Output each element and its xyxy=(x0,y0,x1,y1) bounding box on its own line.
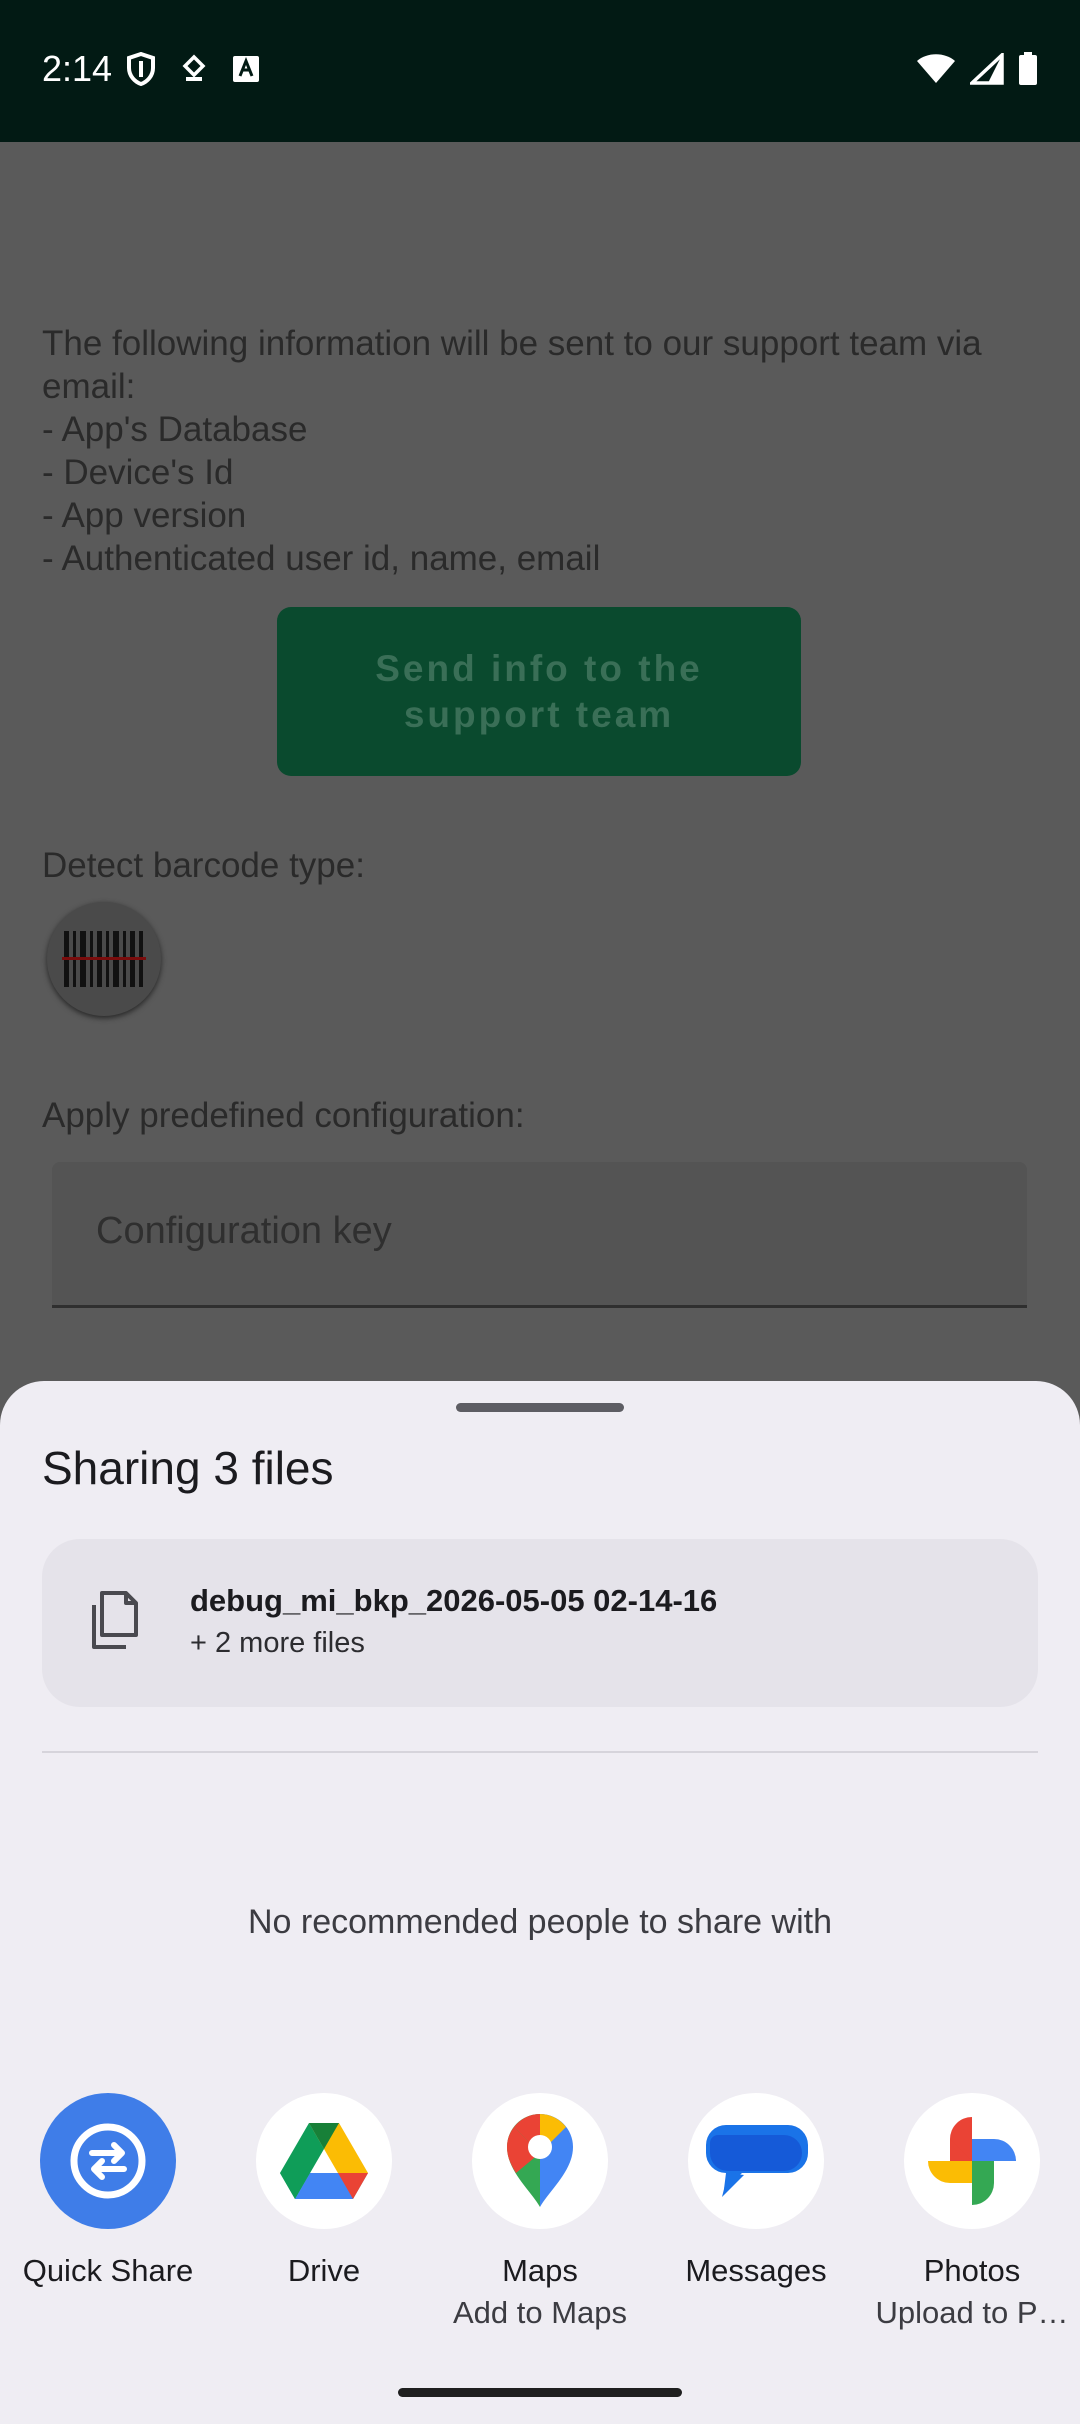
messages-icon xyxy=(706,2125,808,2197)
keyboard-a-icon xyxy=(233,56,259,82)
status-bar: 2:14 xyxy=(0,0,1080,142)
share-target-label: Drive xyxy=(287,2253,361,2288)
photos-icon xyxy=(928,2117,1016,2205)
app-background: The following information will be sent t… xyxy=(0,142,1080,1382)
share-target-photos[interactable]: Photos Upload to P… xyxy=(864,2093,1080,2333)
status-time: 2:14 xyxy=(42,48,113,89)
config-key-placeholder: Configuration key xyxy=(96,1210,392,1252)
battery-icon xyxy=(1019,52,1037,85)
shield-icon xyxy=(127,52,155,86)
share-target-sublabel: Upload to P… xyxy=(875,2295,1069,2330)
share-targets: Quick Share Drive Maps Add to Maps Messa… xyxy=(0,2093,1080,2333)
file-name: debug_mi_bkp_2026-05-05 02-14-16 xyxy=(190,1583,718,1618)
sheet-drag-handle[interactable] xyxy=(456,1403,624,1412)
maps-icon xyxy=(507,2114,573,2207)
cell-signal-icon xyxy=(970,53,1004,85)
copy-files-icon xyxy=(92,1591,138,1649)
share-target-label: Photos xyxy=(923,2253,1021,2288)
wifi-icon xyxy=(917,54,955,83)
share-sheet: Sharing 3 files debug_mi_bkp_2026-05-05 … xyxy=(0,1381,1080,2424)
share-target-label: Maps xyxy=(502,2253,578,2288)
file-more-count: + 2 more files xyxy=(190,1627,365,1659)
notification-icons xyxy=(126,52,260,86)
share-target-label: Messages xyxy=(685,2253,827,2288)
share-target-sublabel: Add to Maps xyxy=(452,2295,628,2330)
apply-config-label: Apply predefined configuration: xyxy=(42,1096,525,1135)
share-target-quick-share[interactable]: Quick Share xyxy=(0,2093,216,2333)
config-key-field[interactable]: Configuration key xyxy=(52,1162,1027,1308)
barcode-icon xyxy=(62,931,146,987)
vpn-key-icon xyxy=(182,54,206,81)
share-target-label: Quick Share xyxy=(22,2253,194,2288)
gesture-nav-handle[interactable] xyxy=(398,2388,682,2397)
no-recommended-people: No recommended people to share with xyxy=(248,1903,832,1941)
sheet-divider xyxy=(42,1751,1038,1753)
barcode-scan-button[interactable] xyxy=(47,902,161,1016)
drive-icon xyxy=(280,2123,368,2199)
system-icons xyxy=(916,52,1038,86)
share-sheet-title: Sharing 3 files xyxy=(42,1442,334,1494)
shared-files-card: debug_mi_bkp_2026-05-05 02-14-16 + 2 mor… xyxy=(42,1539,1038,1707)
share-target-maps[interactable]: Maps Add to Maps xyxy=(432,2093,648,2333)
support-info-text: The following information will be sent t… xyxy=(42,324,982,578)
send-info-button[interactable]: Send info to the support team xyxy=(277,607,801,776)
share-target-drive[interactable]: Drive xyxy=(216,2093,432,2333)
detect-barcode-label: Detect barcode type: xyxy=(42,846,365,885)
quick-share-icon xyxy=(70,2123,146,2199)
share-target-messages[interactable]: Messages xyxy=(648,2093,864,2333)
